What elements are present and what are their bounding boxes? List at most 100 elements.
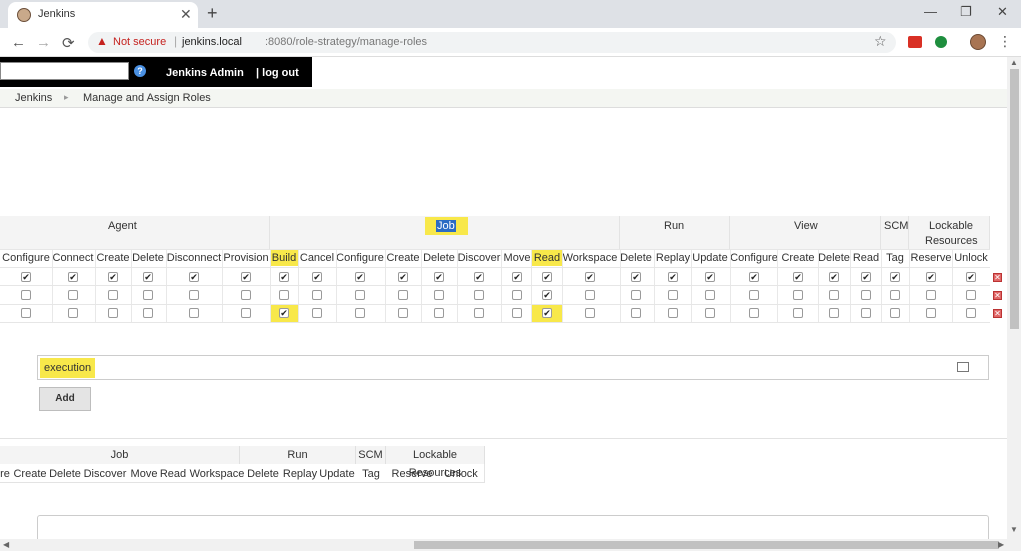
breadcrumb-jenkins[interactable]: Jenkins (15, 92, 52, 104)
permission-checkbox[interactable] (189, 308, 199, 318)
permission-checkbox[interactable] (143, 308, 153, 318)
breadcrumb-separator-icon[interactable]: ▸ (64, 92, 69, 103)
permission-checkbox[interactable]: ✔ (926, 272, 936, 282)
permission-checkbox[interactable] (585, 290, 595, 300)
permission-checkbox[interactable] (966, 290, 976, 300)
permission-checkbox[interactable] (512, 290, 522, 300)
permission-checkbox[interactable] (312, 308, 322, 318)
role-name-input[interactable]: execution (37, 355, 989, 380)
delete-role-icon[interactable]: ✕ (993, 291, 1002, 300)
permission-checkbox[interactable] (108, 290, 118, 300)
permission-checkbox[interactable] (474, 290, 484, 300)
permission-checkbox[interactable]: ✔ (279, 308, 289, 318)
reload-icon[interactable]: ⟳ (62, 34, 75, 52)
horizontal-scroll-thumb[interactable] (414, 541, 999, 549)
permission-checkbox[interactable]: ✔ (890, 272, 900, 282)
scroll-right-icon[interactable]: ▶ (998, 540, 1004, 549)
permission-checkbox[interactable]: ✔ (631, 272, 641, 282)
permission-checkbox[interactable] (749, 290, 759, 300)
vertical-scrollbar[interactable]: ▲ ▼ (1007, 57, 1021, 539)
extension-red-icon[interactable] (908, 36, 922, 48)
permission-checkbox[interactable] (890, 290, 900, 300)
permission-checkbox[interactable] (668, 308, 678, 318)
permission-checkbox[interactable] (355, 308, 365, 318)
permission-checkbox[interactable] (355, 290, 365, 300)
new-tab-icon[interactable]: + (207, 3, 218, 24)
permission-checkbox[interactable]: ✔ (966, 272, 976, 282)
bookmark-star-icon[interactable]: ☆ (874, 33, 887, 50)
permission-checkbox[interactable] (241, 308, 251, 318)
permission-checkbox[interactable]: ✔ (585, 272, 595, 282)
permission-checkbox[interactable]: ✔ (108, 272, 118, 282)
permission-checkbox[interactable] (705, 290, 715, 300)
permission-checkbox[interactable]: ✔ (398, 272, 408, 282)
permission-checkbox[interactable]: ✔ (355, 272, 365, 282)
permission-checkbox[interactable] (926, 290, 936, 300)
permission-checkbox[interactable] (705, 308, 715, 318)
permission-checkbox[interactable] (434, 308, 444, 318)
permission-checkbox[interactable]: ✔ (143, 272, 153, 282)
permission-checkbox[interactable] (434, 290, 444, 300)
permission-checkbox[interactable] (668, 290, 678, 300)
permission-checkbox[interactable] (143, 290, 153, 300)
permission-checkbox[interactable] (241, 290, 251, 300)
permission-checkbox[interactable]: ✔ (793, 272, 803, 282)
window-close-icon[interactable]: ✕ (997, 4, 1008, 20)
not-secure-label[interactable]: Not secure (113, 36, 166, 48)
permission-checkbox[interactable]: ✔ (512, 272, 522, 282)
permission-checkbox[interactable] (861, 308, 871, 318)
add-role-button[interactable]: Add (39, 387, 91, 411)
browser-tab[interactable]: Jenkins ✕ (8, 2, 198, 28)
permission-checkbox[interactable] (926, 308, 936, 318)
permission-checkbox[interactable] (68, 290, 78, 300)
permission-checkbox[interactable]: ✔ (668, 272, 678, 282)
permission-checkbox[interactable] (474, 308, 484, 318)
permission-checkbox[interactable]: ✔ (705, 272, 715, 282)
permission-checkbox[interactable] (585, 308, 595, 318)
user-name-link[interactable]: Jenkins Admin (166, 67, 244, 79)
breadcrumb-manage-roles[interactable]: Manage and Assign Roles (83, 92, 211, 104)
permission-checkbox[interactable] (793, 308, 803, 318)
permission-checkbox[interactable] (279, 290, 289, 300)
permission-checkbox[interactable]: ✔ (189, 272, 199, 282)
permission-checkbox[interactable] (21, 308, 31, 318)
permission-checkbox[interactable]: ✔ (241, 272, 251, 282)
permission-checkbox[interactable]: ✔ (68, 272, 78, 282)
scroll-left-icon[interactable]: ◀ (3, 540, 9, 549)
permission-checkbox[interactable] (108, 308, 118, 318)
minimize-icon[interactable]: — (924, 4, 937, 19)
horizontal-scrollbar[interactable]: ◀ ▶ (0, 539, 1021, 551)
search-input[interactable] (0, 62, 129, 80)
permission-checkbox[interactable]: ✔ (279, 272, 289, 282)
permission-checkbox[interactable]: ✔ (21, 272, 31, 282)
permission-checkbox[interactable] (512, 308, 522, 318)
address-bar[interactable]: ▲ Not secure | jenkins.local :8080/role-… (88, 32, 896, 53)
permission-checkbox[interactable] (21, 290, 31, 300)
permission-checkbox[interactable]: ✔ (749, 272, 759, 282)
scroll-up-icon[interactable]: ▲ (1010, 58, 1018, 67)
help-icon[interactable]: ? (134, 65, 146, 77)
permission-checkbox[interactable] (68, 308, 78, 318)
browser-menu-icon[interactable]: ⋮ (998, 33, 1012, 50)
permission-checkbox[interactable]: ✔ (312, 272, 322, 282)
forward-icon[interactable]: → (36, 34, 51, 51)
permission-checkbox[interactable] (398, 308, 408, 318)
permission-checkbox[interactable]: ✔ (829, 272, 839, 282)
delete-role-icon[interactable]: ✕ (993, 309, 1002, 318)
permission-checkbox[interactable] (189, 290, 199, 300)
permission-checkbox[interactable] (312, 290, 322, 300)
permission-checkbox[interactable]: ✔ (542, 290, 552, 300)
scroll-down-icon[interactable]: ▼ (1010, 525, 1018, 534)
permission-checkbox[interactable]: ✔ (861, 272, 871, 282)
permission-checkbox[interactable] (829, 290, 839, 300)
back-icon[interactable]: ← (11, 34, 26, 51)
vertical-scroll-thumb[interactable] (1010, 69, 1019, 329)
tab-close-icon[interactable]: ✕ (180, 6, 192, 23)
list-picker-icon[interactable] (957, 362, 969, 372)
restore-icon[interactable]: ❐ (960, 4, 972, 20)
permission-checkbox[interactable] (398, 290, 408, 300)
permission-checkbox[interactable] (829, 308, 839, 318)
permission-checkbox[interactable] (966, 308, 976, 318)
permission-checkbox[interactable]: ✔ (474, 272, 484, 282)
permission-checkbox[interactable] (890, 308, 900, 318)
